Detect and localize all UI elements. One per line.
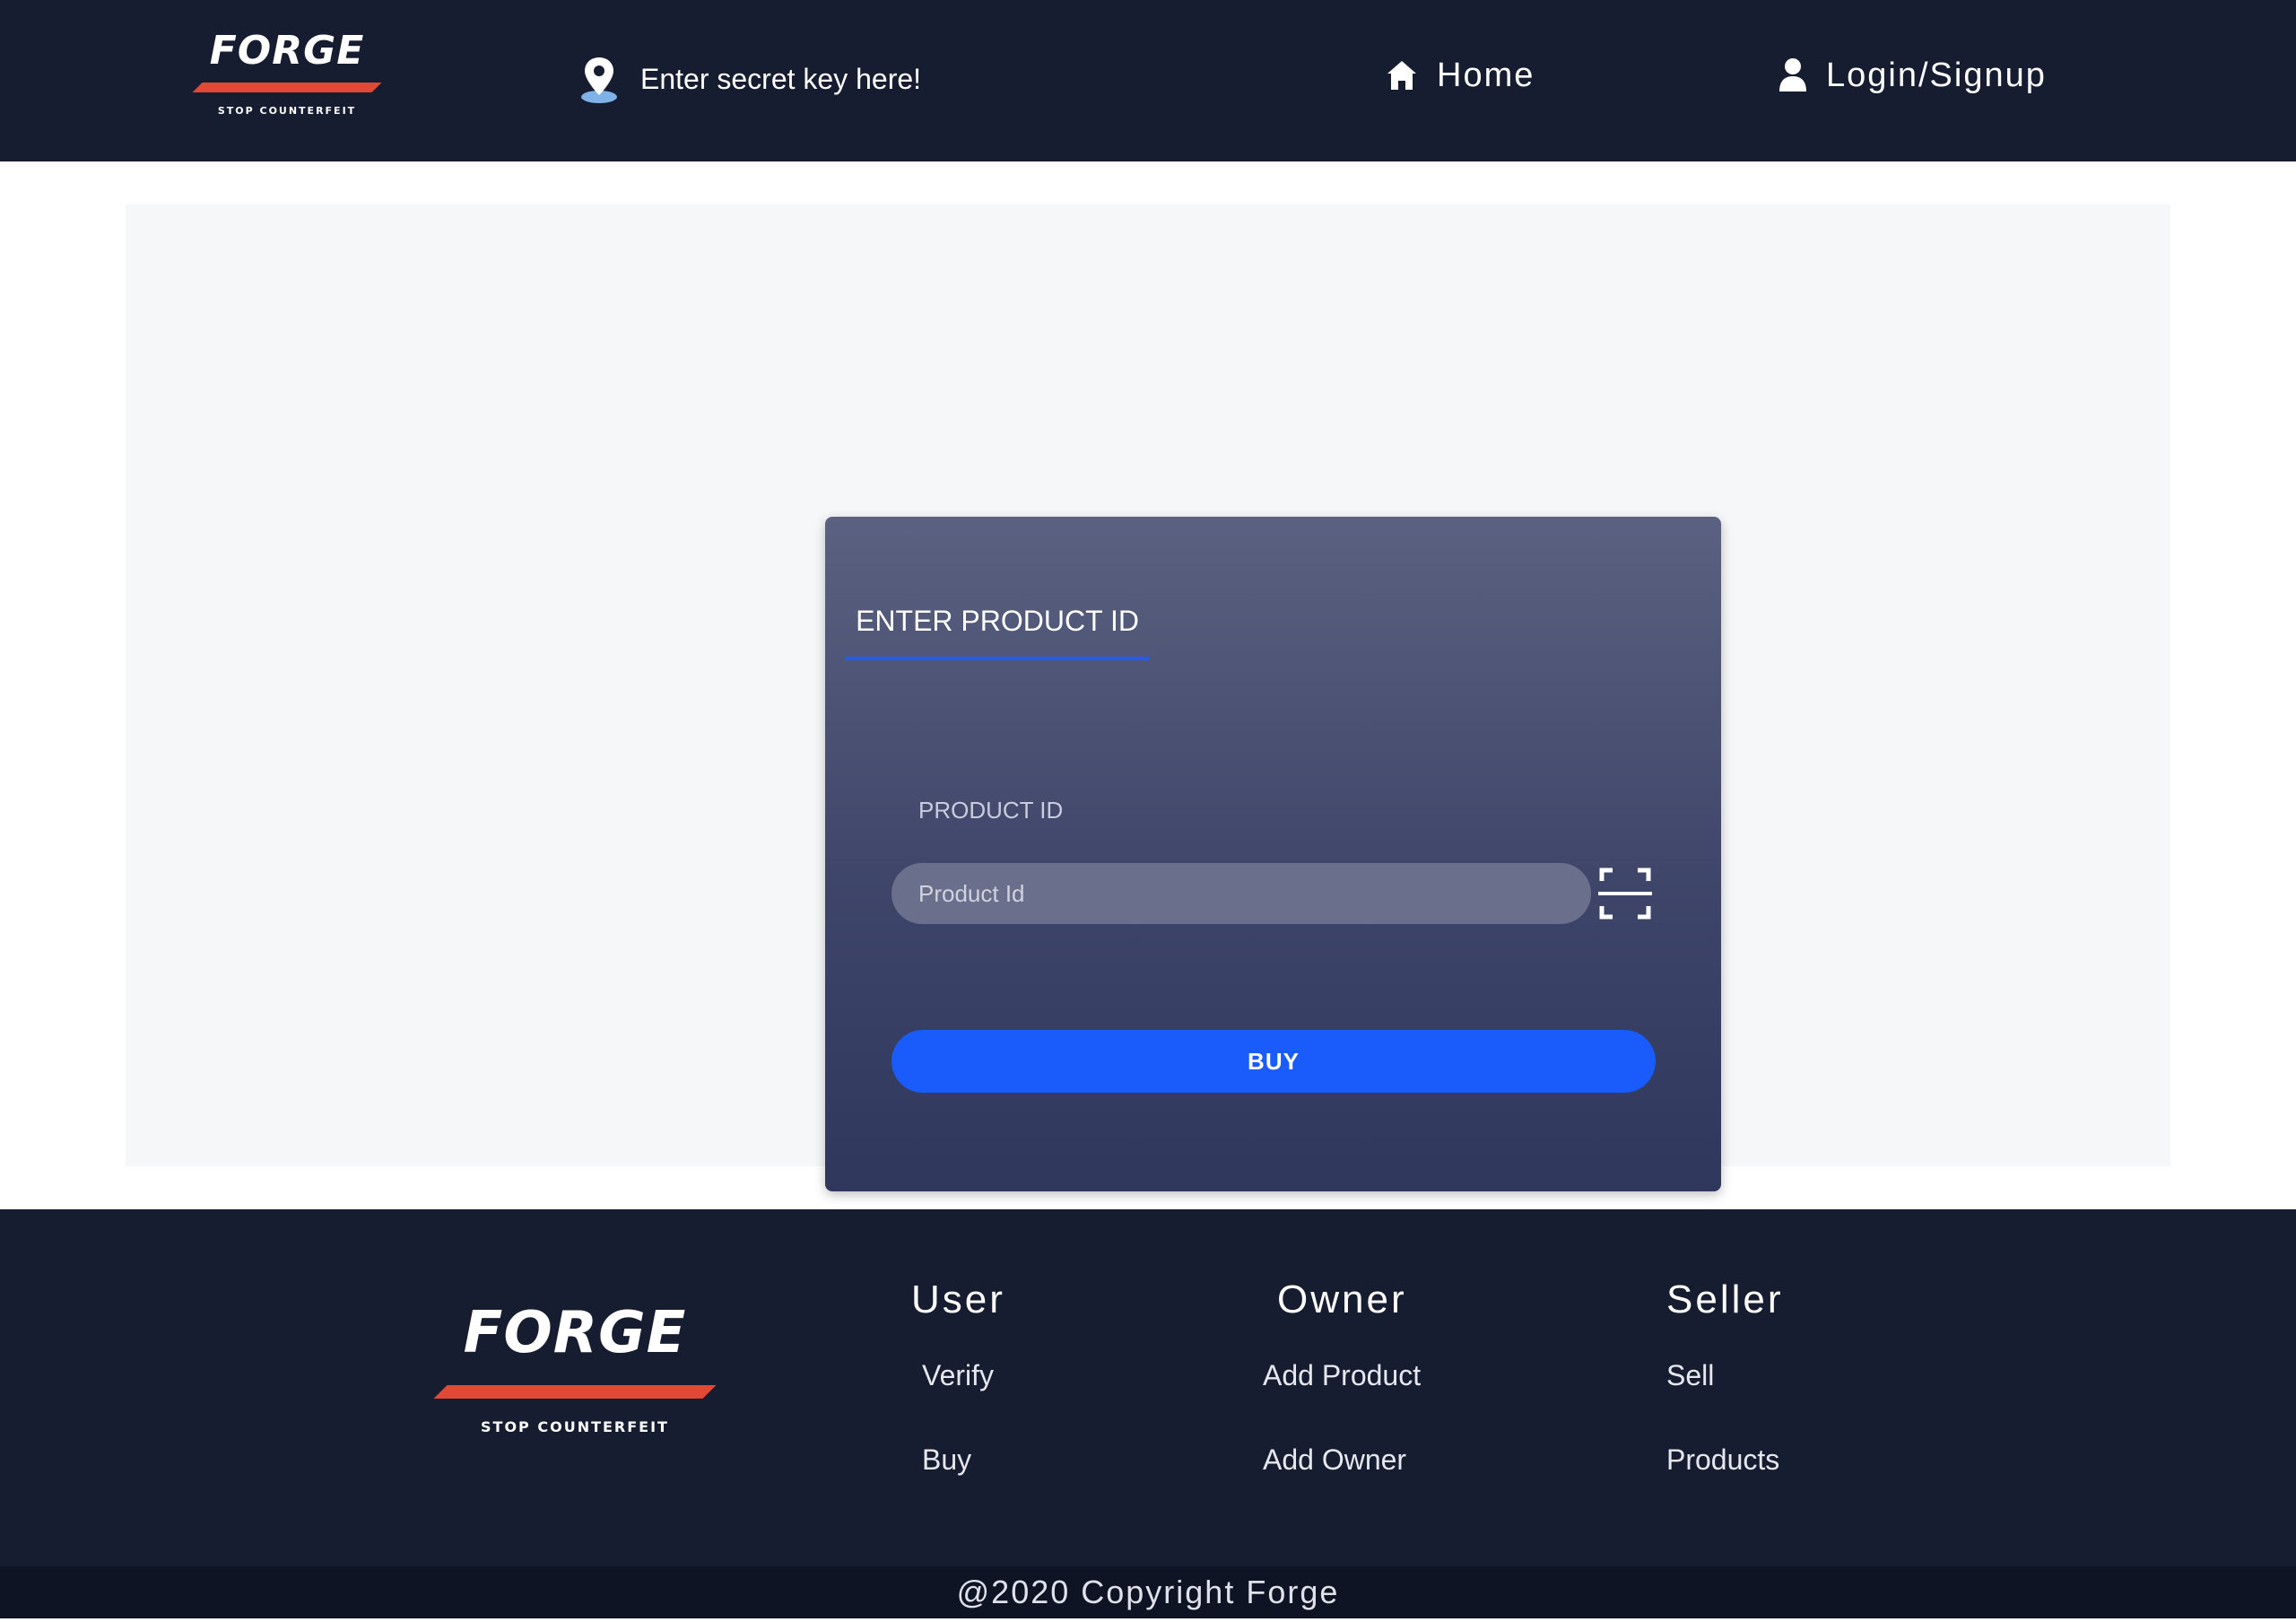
copyright-bar: @2020 Copyright Forge xyxy=(0,1566,2296,1618)
forge-logo[interactable]: FORGE STOP COUNTERFEIT xyxy=(187,27,387,117)
footer-logo-wordmark: FORGE xyxy=(463,1300,687,1366)
footer-column-title: Owner xyxy=(1277,1278,1407,1321)
footer: FORGE STOP COUNTERFEIT User Verify Buy O… xyxy=(0,1209,2296,1566)
footer-logo-tagline: STOP COUNTERFEIT xyxy=(481,1418,669,1435)
footer-link-buy[interactable]: Buy xyxy=(922,1443,1005,1477)
footer-column-seller: Seller Sell Products xyxy=(1666,1278,1784,1527)
footer-column-user: User Verify Buy xyxy=(911,1278,1005,1527)
location-pin-icon xyxy=(581,57,617,103)
secret-key-placeholder: Enter secret key here! xyxy=(640,62,922,95)
footer-column-title: User xyxy=(911,1278,1005,1321)
footer-column-owner: Owner Add Product Add Owner xyxy=(1263,1278,1421,1527)
footer-link-products[interactable]: Products xyxy=(1666,1443,1784,1477)
footer-forge-logo[interactable]: FORGE STOP COUNTERFEIT xyxy=(427,1299,723,1435)
main-content: ENTER PRODUCT ID PRODUCT ID BUY xyxy=(126,205,2170,1191)
buy-button[interactable]: BUY xyxy=(891,1030,1656,1093)
nav-home-label: Home xyxy=(1437,56,1535,94)
nav-login-signup-link[interactable]: Login/Signup xyxy=(1778,50,2047,100)
nav-home-link[interactable]: Home xyxy=(1385,50,1535,100)
secret-key-field[interactable]: Enter secret key here! xyxy=(578,54,921,104)
nav-login-label: Login/Signup xyxy=(1826,56,2047,94)
footer-link-sell[interactable]: Sell xyxy=(1666,1358,1784,1392)
product-id-input[interactable] xyxy=(891,863,1591,924)
home-icon xyxy=(1387,61,1416,90)
footer-logo-stripe xyxy=(433,1385,717,1399)
footer-link-verify[interactable]: Verify xyxy=(922,1358,1005,1392)
qr-scan-icon[interactable] xyxy=(1598,867,1652,920)
footer-column-title: Seller xyxy=(1666,1278,1784,1321)
logo-wordmark: FORGE xyxy=(209,28,365,74)
tab-enter-product-id[interactable]: ENTER PRODUCT ID xyxy=(845,599,1150,660)
product-id-card: ENTER PRODUCT ID PRODUCT ID BUY xyxy=(825,517,1721,1191)
user-icon xyxy=(1779,58,1806,92)
product-id-label: PRODUCT ID xyxy=(918,797,1064,824)
top-navbar: FORGE STOP COUNTERFEIT Enter secret key … xyxy=(0,0,2296,161)
footer-link-add-product[interactable]: Add Product xyxy=(1263,1358,1421,1392)
logo-stripe xyxy=(192,83,382,92)
footer-link-add-owner[interactable]: Add Owner xyxy=(1263,1443,1421,1477)
logo-tagline: STOP COUNTERFEIT xyxy=(217,105,357,117)
